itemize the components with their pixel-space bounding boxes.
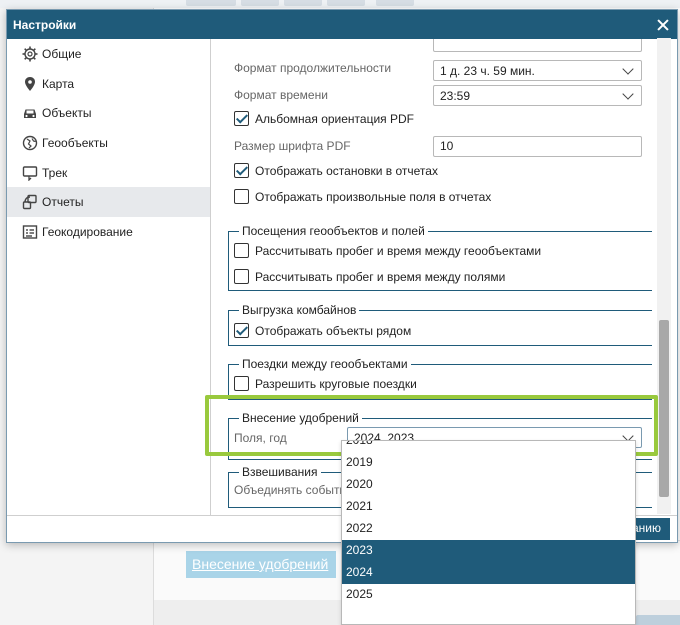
geo-visits-legend: Посещения геообъектов и полей <box>239 224 428 238</box>
dropdown-option[interactable]: 2019 <box>342 452 635 474</box>
time-format-select[interactable]: 23:59 <box>433 85 642 106</box>
sidebar-item-label: Отчеты <box>42 195 84 210</box>
time-format-label: Формат времени <box>234 88 328 102</box>
show-stops-row[interactable]: Отображать остановки в отчетах <box>234 163 438 178</box>
show-stops-label: Отображать остановки в отчетах <box>255 163 438 178</box>
sidebar-item-track[interactable]: Трек <box>7 158 210 188</box>
pdf-font-size-row: Размер шрифта PDF <box>234 139 351 153</box>
calc-geo-checkbox[interactable] <box>234 243 249 258</box>
chevron-down-icon <box>622 87 634 100</box>
car-icon <box>22 105 38 121</box>
dropdown-option[interactable]: 2021 <box>342 496 635 518</box>
merge-events-label: Объединять события <box>234 483 353 497</box>
pdf-landscape-checkbox[interactable] <box>234 111 249 126</box>
show-nearby-label: Отображать объекты рядом <box>255 323 412 338</box>
calc-geo-label: Рассчитывать пробег и время между геообъ… <box>255 243 542 258</box>
duration-format-value: 1 д. 23 ч. 59 мин. <box>440 63 535 78</box>
dropdown-option[interactable]: 2025 <box>342 584 635 606</box>
merge-events-row: Объединять события <box>234 483 353 497</box>
sidebar-item-label: Общие <box>42 46 82 61</box>
combines-legend: Выгрузка комбайнов <box>239 303 360 317</box>
year-dropdown-list: 2018 2019 2020 2021 2022 2023 2024 2025 <box>341 440 636 625</box>
dialog-title: Настройки <box>13 17 77 32</box>
sidebar-item-label: Геообъекты <box>42 135 108 150</box>
background-tab <box>284 0 322 6</box>
gear-icon <box>22 46 38 62</box>
weighing-legend: Взвешивания <box>239 465 321 479</box>
geocoding-icon <box>22 224 38 240</box>
dialog-titlebar: Настройки <box>7 10 677 39</box>
clipped-top-input[interactable] <box>433 39 642 52</box>
sidebar-item-label: Карта <box>42 76 75 91</box>
circular-trips-row[interactable]: Разрешить круговые поездки <box>234 376 417 391</box>
show-nearby-checkbox[interactable] <box>234 323 249 338</box>
pdf-font-size-label: Размер шрифта PDF <box>234 139 351 153</box>
show-custom-fields-checkbox[interactable] <box>234 189 249 204</box>
show-custom-fields-row[interactable]: Отображать произвольные поля в отчетах <box>234 189 491 204</box>
pdf-landscape-row[interactable]: Альбомная ориентация PDF <box>234 111 414 126</box>
dropdown-option[interactable]: 2020 <box>342 474 635 496</box>
dropdown-option[interactable]: 2022 <box>342 518 635 540</box>
reports-icon <box>22 194 38 210</box>
calc-fields-row[interactable]: Рассчитывать пробег и время между полями <box>234 269 505 284</box>
track-icon <box>22 165 38 181</box>
background-button[interactable] <box>636 615 680 625</box>
sidebar-item-map[interactable]: Карта <box>7 69 210 99</box>
background-tab <box>186 0 236 6</box>
sidebar-item-geoobjects[interactable]: Геообъекты <box>7 128 210 158</box>
geo-objects-icon <box>22 135 38 151</box>
time-format-row: Формат времени <box>234 88 328 102</box>
sidebar-item-label: Объекты <box>42 106 92 121</box>
duration-format-row: Формат продолжительности <box>234 61 391 75</box>
calc-fields-checkbox[interactable] <box>234 269 249 284</box>
sidebar-item-objects[interactable]: Объекты <box>7 98 210 128</box>
sidebar-item-label: Геокодирование <box>42 224 133 239</box>
save-button[interactable]: анию <box>630 518 670 540</box>
duration-format-label: Формат продолжительности <box>234 61 392 75</box>
background-tab <box>376 0 414 6</box>
trips-legend: Поездки между геообъектами <box>239 357 411 371</box>
circular-trips-checkbox[interactable] <box>234 376 249 391</box>
sidebar-item-geocoding[interactable]: Геокодирование <box>7 217 210 247</box>
background-fertilizer-link[interactable]: Внесение удобрений <box>186 551 336 578</box>
calc-fields-label: Рассчитывать пробег и время между полями <box>255 269 506 284</box>
pdf-landscape-label: Альбомная ориентация PDF <box>255 111 414 126</box>
sidebar-item-reports[interactable]: Отчеты <box>7 187 210 218</box>
settings-sidebar: Общие Карта Объекты Геообъекты Трек Отче… <box>7 39 211 515</box>
dropdown-option-selected[interactable]: 2024 <box>342 562 635 584</box>
dropdown-option[interactable]: 2018 <box>342 441 635 452</box>
time-format-value: 23:59 <box>440 88 471 103</box>
show-custom-fields-label: Отображать произвольные поля в отчетах <box>255 189 492 204</box>
duration-format-select[interactable]: 1 д. 23 ч. 59 мин. <box>433 60 642 81</box>
close-icon[interactable] <box>655 17 671 33</box>
sidebar-item-general[interactable]: Общие <box>7 39 210 69</box>
show-stops-checkbox[interactable] <box>234 163 249 178</box>
dropdown-option-selected[interactable]: 2023 <box>342 540 635 562</box>
scrollbar-thumb[interactable] <box>659 320 669 497</box>
calc-geo-row[interactable]: Рассчитывать пробег и время между геообъ… <box>234 243 541 258</box>
background-tab <box>241 0 279 6</box>
circular-trips-label: Разрешить круговые поездки <box>255 376 417 391</box>
map-pin-icon <box>22 76 38 92</box>
chevron-down-icon <box>622 62 634 75</box>
pdf-font-size-input[interactable]: 10 <box>433 136 642 157</box>
sidebar-item-label: Трек <box>42 165 68 180</box>
show-nearby-row[interactable]: Отображать объекты рядом <box>234 323 411 338</box>
background-tab <box>327 0 365 6</box>
